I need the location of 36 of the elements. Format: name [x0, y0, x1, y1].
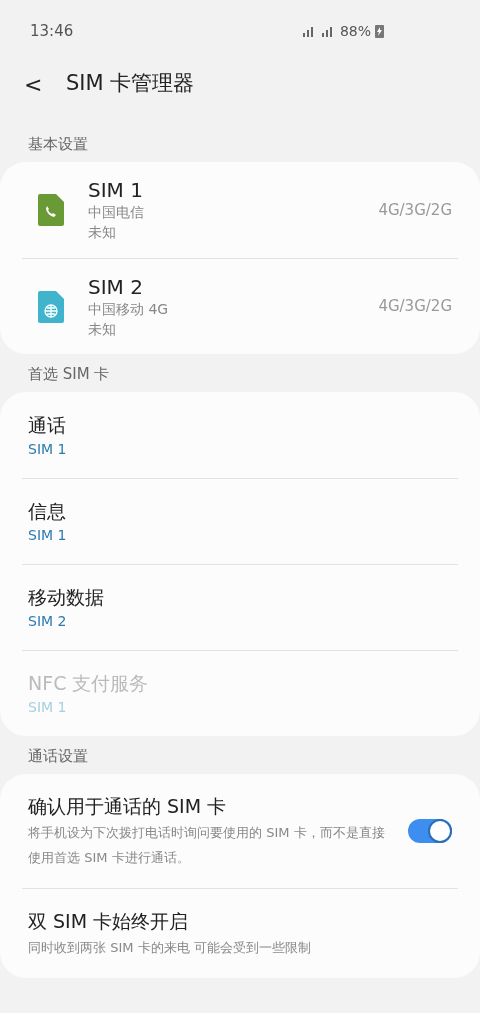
section-header: 通话设置 [27, 746, 89, 766]
sim-card-row[interactable]: SIM 1 中国电信 未知 4G/3G/2G [22, 162, 458, 258]
battery-charging-icon [375, 24, 384, 38]
preference-title: NFC 支付服务 [28, 671, 150, 696]
preference-title: 移动数据 [28, 585, 105, 610]
page-title: SIM 卡管理器 [66, 70, 195, 98]
setting-title: 确认用于通话的 SIM 卡 [28, 794, 228, 819]
setting-row[interactable]: 双 SIM 卡始终开启 同时收到两张 SIM 卡的来电 可能会受到一些限制 [22, 888, 458, 978]
preference-value: SIM 1 [28, 439, 68, 459]
preference-title: 通话 [28, 412, 67, 438]
preference-row[interactable]: 通话 SIM 1 [22, 392, 458, 478]
sim-name: SIM 2 [88, 274, 144, 299]
network-mode: 4G/3G/2G [378, 199, 452, 221]
status-time: 13:46 [30, 20, 74, 42]
preference-value: SIM 2 [28, 612, 68, 631]
carrier-name: 中国电信 [88, 203, 145, 222]
network-mode: 4G/3G/2G [378, 296, 452, 318]
preference-value: SIM 1 [28, 698, 68, 717]
setting-description: 同时收到两张 SIM 卡的来电 可能会受到一些限制 [28, 939, 312, 957]
preference-row[interactable]: 信息 SIM 1 [22, 478, 458, 564]
section-header: 基本设置 [27, 134, 89, 154]
preference-value: SIM 1 [28, 526, 68, 545]
sim-name: SIM 1 [88, 178, 144, 202]
toggle-switch[interactable] [408, 819, 452, 843]
sim-card-row[interactable]: SIM 2 中国移动 4G 未知 4G/3G/2G [22, 258, 458, 354]
setting-title: 双 SIM 卡始终开启 [28, 909, 190, 934]
sim-status: 未知 [88, 319, 117, 339]
setting-row[interactable]: 确认用于通话的 SIM 卡 将手机设为下次拨打电话时询问要使用的 SIM 卡，而不是直接使用首选 SIM 卡进行通话。 [22, 774, 458, 888]
section-header: 首选 SIM 卡 [27, 364, 111, 384]
preference-row[interactable]: 移动数据 SIM 2 [22, 564, 458, 650]
sim-status: 未知 [88, 223, 117, 242]
back-button[interactable]: < [24, 67, 40, 101]
setting-description: 将手机设为下次拨打电话时询问要使用的 SIM 卡，而不是直接使用首选 SIM 卡进行通话。 [28, 824, 386, 867]
preference-title: 信息 [28, 499, 67, 524]
carrier-name: 中国移动 4G [88, 299, 170, 319]
battery-percent: 88% [339, 21, 371, 41]
